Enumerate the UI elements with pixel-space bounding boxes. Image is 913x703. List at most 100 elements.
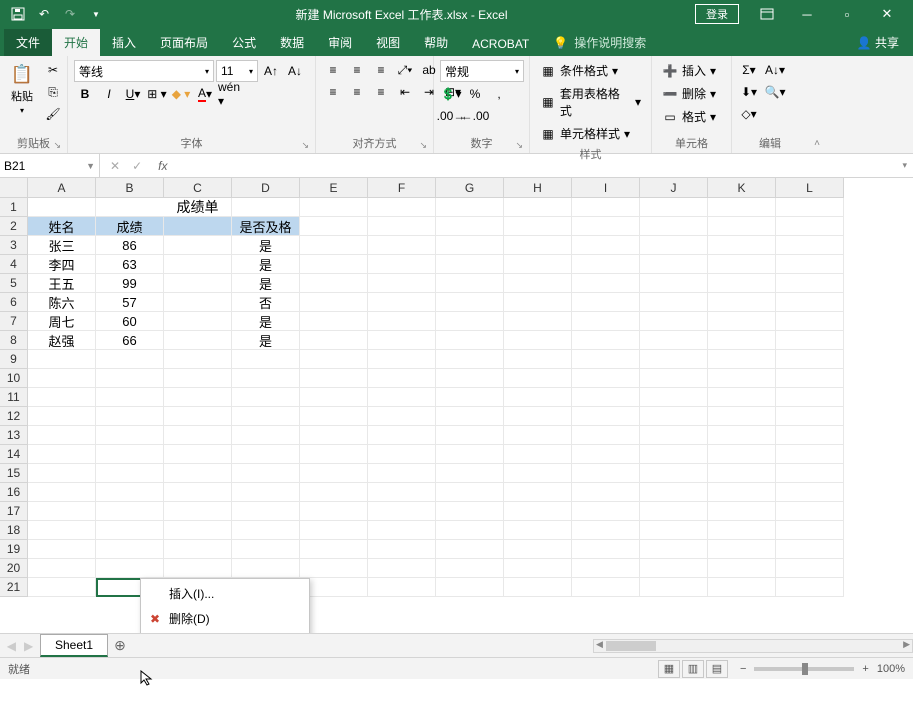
align-center-icon[interactable]: ≡ [346,82,368,102]
cell[interactable] [708,217,776,236]
cell[interactable] [504,217,572,236]
cell[interactable] [572,350,640,369]
cell[interactable] [776,217,844,236]
cell[interactable] [300,502,368,521]
cell[interactable] [300,217,368,236]
cell[interactable] [504,521,572,540]
cell[interactable] [28,388,96,407]
tab-insert[interactable]: 插入 [100,29,148,56]
cell[interactable] [232,464,300,483]
cell[interactable] [640,540,708,559]
cell[interactable] [776,198,844,217]
cell[interactable] [232,388,300,407]
cell[interactable] [504,559,572,578]
cell[interactable] [640,369,708,388]
cell[interactable] [776,293,844,312]
cell[interactable] [164,255,232,274]
cell[interactable]: 赵强 [28,331,96,350]
cell[interactable] [708,198,776,217]
cell[interactable] [300,464,368,483]
column-header[interactable]: B [96,178,164,198]
cell[interactable] [232,369,300,388]
find-select-icon[interactable]: 🔍▾ [764,82,786,102]
cell[interactable] [640,388,708,407]
fx-icon[interactable]: fx [152,159,173,173]
tab-layout[interactable]: 页面布局 [148,29,220,56]
cell[interactable] [504,331,572,350]
cell[interactable] [776,426,844,445]
cell[interactable] [504,483,572,502]
cell[interactable] [368,521,436,540]
cell[interactable] [640,502,708,521]
tell-me-search[interactable]: 💡操作说明搜索 [541,29,658,56]
cell[interactable] [300,255,368,274]
cell[interactable] [640,350,708,369]
row-header[interactable]: 16 [0,483,28,502]
cell[interactable] [96,559,164,578]
cell[interactable] [572,559,640,578]
cell[interactable] [368,407,436,426]
sort-filter-icon[interactable]: A↓▾ [764,60,786,80]
cell[interactable] [232,350,300,369]
cell[interactable] [572,388,640,407]
horizontal-scrollbar[interactable]: ◀ ▶ [593,639,913,653]
cell[interactable] [28,559,96,578]
qat-dropdown-icon[interactable]: ▼ [84,3,108,25]
cell[interactable] [708,331,776,350]
zoom-out-button[interactable]: − [740,663,746,675]
cell[interactable] [300,540,368,559]
cell[interactable] [164,388,232,407]
cell[interactable] [96,426,164,445]
orientation-icon[interactable]: ⤢▾ [394,60,416,80]
cell[interactable] [368,236,436,255]
cell[interactable]: 57 [96,293,164,312]
cell[interactable] [708,502,776,521]
insert-cells-button[interactable]: ➕插入 ▾ [658,60,720,81]
cell[interactable] [164,198,232,217]
cell[interactable] [368,578,436,597]
column-header[interactable]: D [232,178,300,198]
cell[interactable] [300,388,368,407]
cell[interactable] [164,559,232,578]
cell[interactable] [640,331,708,350]
cell[interactable] [640,236,708,255]
cell[interactable] [368,255,436,274]
cell[interactable] [368,483,436,502]
cell[interactable] [96,521,164,540]
cell[interactable]: 成绩 [96,217,164,236]
cell[interactable] [300,312,368,331]
cell[interactable] [28,521,96,540]
cell[interactable] [436,217,504,236]
cell[interactable]: 是 [232,274,300,293]
cell[interactable] [708,388,776,407]
sheet-prev-icon[interactable]: ◀ [7,639,16,653]
column-header[interactable]: C [164,178,232,198]
column-header[interactable]: F [368,178,436,198]
cell[interactable] [436,445,504,464]
cell[interactable] [504,350,572,369]
cell[interactable] [28,198,96,217]
cell[interactable] [504,578,572,597]
redo-icon[interactable]: ↷ [58,3,82,25]
cell[interactable] [776,521,844,540]
cell[interactable] [232,407,300,426]
row-header[interactable]: 17 [0,502,28,521]
cell[interactable] [776,540,844,559]
cell[interactable] [776,331,844,350]
cell[interactable] [300,236,368,255]
cell[interactable] [436,369,504,388]
tab-review[interactable]: 审阅 [316,29,364,56]
collapse-ribbon-icon[interactable]: ˄ [808,56,826,153]
cell[interactable]: 是 [232,331,300,350]
normal-view-icon[interactable]: ▦ [658,660,680,678]
sheet-next-icon[interactable]: ▶ [24,639,33,653]
cell[interactable] [300,578,368,597]
tab-formulas[interactable]: 公式 [220,29,268,56]
ctx-insert[interactable]: 插入(I)... [141,581,309,606]
indent-dec-icon[interactable]: ⇤ [394,82,416,102]
cell[interactable] [28,426,96,445]
cell[interactable] [96,540,164,559]
row-header[interactable]: 4 [0,255,28,274]
cell[interactable] [96,350,164,369]
cell[interactable] [776,502,844,521]
